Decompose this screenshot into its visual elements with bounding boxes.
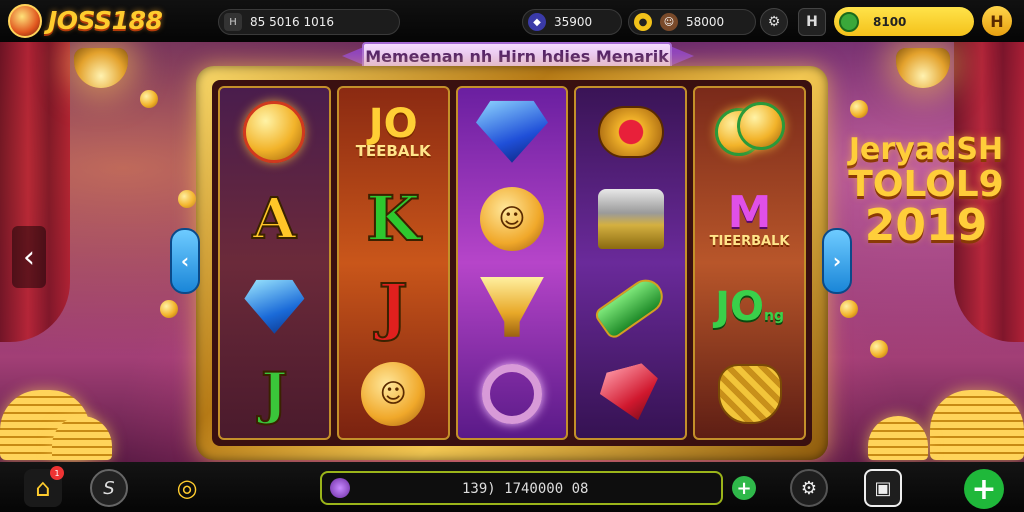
search-pill-text: 85 5016 1016 — [250, 15, 334, 29]
chevron-left-icon: ‹ — [180, 249, 190, 273]
symbol-smiling-sun: ☺ — [348, 356, 438, 432]
floating-coin — [870, 340, 888, 358]
symbol-golden-pot — [705, 356, 795, 432]
symbol-letter-j-green: J — [260, 361, 288, 428]
coins-pill[interactable]: ● ☺ 58000 — [628, 9, 756, 35]
gear-icon: ⚙ — [767, 14, 781, 30]
symbol-golden-chalice — [467, 269, 557, 345]
bonus-pill[interactable]: 8100 — [834, 7, 974, 36]
home-button[interactable]: ⌂ 1 — [24, 466, 64, 507]
add-balance-button[interactable]: + — [732, 476, 756, 500]
floating-coin — [850, 100, 868, 118]
symbol-ring — [467, 356, 557, 432]
reel-prev-button[interactable]: ‹ — [170, 228, 200, 294]
symbol-letter-j-red: J — [378, 269, 409, 343]
reel-2: JO TEEBALK K J ☺ — [336, 86, 450, 440]
home-icon: ⌂ — [35, 474, 51, 502]
chevron-left-icon: ‹ — [23, 239, 35, 275]
balance-gem-icon — [330, 478, 350, 498]
bonus-value: 8100 — [873, 14, 907, 29]
logo[interactable]: JOSS188 — [48, 6, 163, 35]
symbol-coin-stack — [705, 94, 795, 170]
floating-coin — [140, 90, 158, 108]
symbol-letter-k: K — [365, 182, 421, 256]
gem-icon: ◆ — [528, 13, 546, 31]
symbol-green-rocket — [586, 269, 676, 345]
curtain-left — [0, 42, 70, 342]
profile-icon: H — [806, 14, 818, 30]
reel-5: M TIEERBALK JOng — [693, 86, 806, 440]
symbol-jo-green: JOng — [715, 283, 785, 330]
gear-icon: ⚙ — [800, 477, 818, 499]
bonus-icon — [839, 11, 859, 32]
floating-coin — [840, 300, 858, 318]
chevron-right-icon: › — [832, 249, 842, 273]
settings-button-bottom[interactable]: ⚙ — [790, 469, 828, 507]
notification-badge: 1 — [50, 466, 64, 480]
credits-pill[interactable]: ◆ 35900 — [522, 9, 622, 35]
coins-value: 58000 — [686, 15, 725, 29]
account-icon: H — [224, 13, 242, 31]
symbol-helmet — [586, 181, 676, 257]
symbol-amulet — [586, 94, 676, 170]
symbol-diamond — [467, 94, 557, 170]
back-button[interactable]: ‹ — [12, 226, 46, 288]
symbol-jo-teebalk: JO TEEBALK — [355, 101, 431, 161]
credits-value: 35900 — [554, 15, 593, 29]
promo-line-2: TOLOL9 — [848, 163, 1004, 205]
spin-icon: S — [103, 477, 115, 499]
symbol-m-tieerbalk: M TIEERBALK — [709, 186, 790, 249]
reels: A J JO TEEBALK K J ☺ ☺ M TIEERBALK JOng — [212, 80, 812, 446]
symbol-smiling-sun: ☺ — [467, 181, 557, 257]
slot-machine: A J JO TEEBALK K J ☺ ☺ M TIEERBALK JOng — [196, 66, 828, 460]
top-bar: JOSS188 H 85 5016 1016 ◆ 35900 ● ☺ 58000… — [0, 0, 1024, 42]
wallet-icon: ▣ — [874, 477, 892, 499]
add-funds-button[interactable]: + — [964, 469, 1004, 509]
logo-badge-icon — [8, 4, 42, 38]
floating-coin — [160, 300, 178, 318]
avatar: ☺ — [660, 13, 678, 31]
balance-value: 139) 1740000 08 — [462, 481, 589, 497]
promo-line-3: 2019 — [864, 200, 988, 252]
help-button[interactable]: H — [982, 6, 1012, 36]
symbol-letter-a: A — [252, 186, 297, 253]
coin-icon: ● — [634, 13, 652, 31]
promo-line-1: JeryadSH — [848, 132, 1004, 167]
rewards-button[interactable]: ◎ — [168, 469, 206, 507]
symbol-red-gem — [586, 356, 676, 432]
reel-1: A J — [218, 86, 331, 440]
reel-4 — [574, 86, 688, 440]
coin-pile-right — [930, 390, 1024, 460]
search-pill[interactable]: H 85 5016 1016 — [218, 9, 400, 35]
wallet-button[interactable]: ▣ — [864, 469, 902, 507]
symbol-coin — [229, 94, 319, 170]
symbol-blue-gem — [229, 269, 319, 345]
reel-3: ☺ — [455, 86, 569, 440]
ring-icon: ◎ — [176, 474, 198, 502]
promo-text: JeryadSH TOLOL9 2019 — [836, 134, 1016, 249]
spin-button[interactable]: S — [90, 469, 128, 507]
profile-button[interactable]: H — [798, 8, 826, 36]
floating-coin — [178, 190, 196, 208]
settings-button[interactable]: ⚙ — [760, 8, 788, 36]
balance-field[interactable]: 139) 1740000 08 — [320, 471, 723, 505]
